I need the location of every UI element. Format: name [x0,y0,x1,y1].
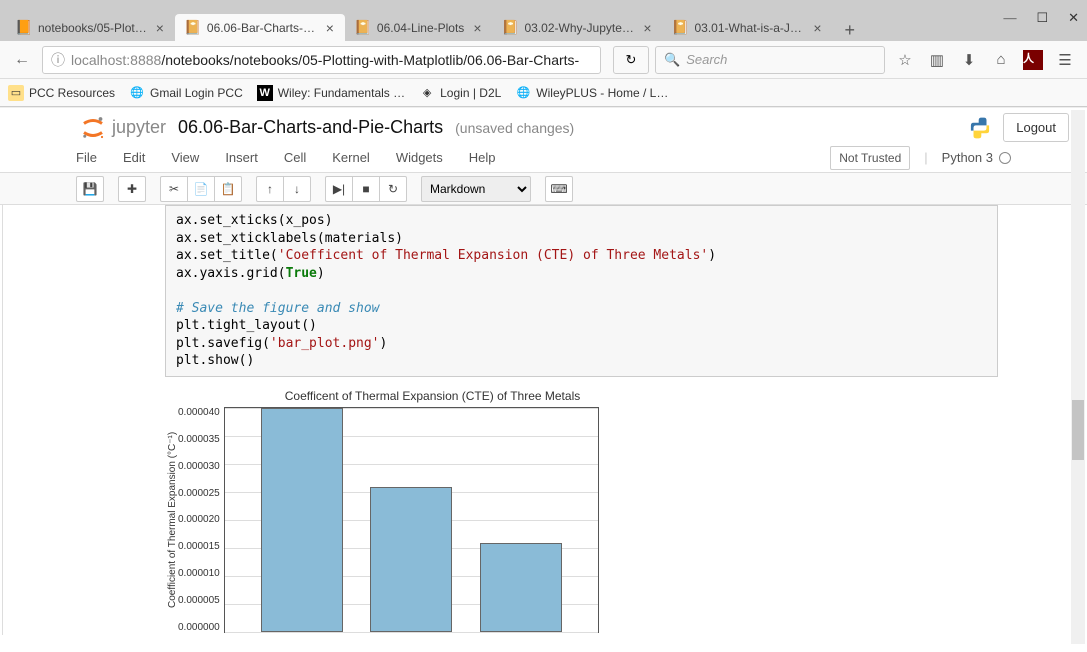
cut-button[interactable]: ✂ [160,176,188,202]
d2l-icon: ◈ [419,85,435,101]
jupyter-menu-bar: File Edit View Insert Cell Kernel Widget… [0,143,1087,173]
globe-icon: 🌐 [515,85,531,101]
python-icon [967,115,993,141]
url-host: localhost [71,52,126,68]
search-box[interactable]: 🔍 Search [655,46,885,74]
chart-ylabel: Coefficient of Thermal Expansion (°C⁻¹) [165,407,178,633]
copy-button[interactable]: 📄 [187,176,215,202]
browser-tab[interactable]: 📔 03.02-Why-Jupyter… × [493,14,663,41]
chart-bar [370,487,452,631]
bookmark-item[interactable]: ▭PCC Resources [8,85,115,101]
window-controls: — ☐ ✕ [1003,8,1079,28]
cell-type-select[interactable]: Markdown [421,176,531,202]
chart-plot-area [224,407,599,633]
jupyter-favicon: 📔 [355,20,371,36]
menu-help[interactable]: Help [469,150,496,165]
menu-view[interactable]: View [171,150,199,165]
trust-indicator[interactable]: Not Trusted [830,146,910,170]
menu-insert[interactable]: Insert [225,150,258,165]
chart-bar [261,408,343,632]
jupyter-favicon: 📔 [673,20,689,36]
search-placeholder: Search [686,52,727,67]
save-status: (unsaved changes) [455,120,574,136]
bookmark-item[interactable]: 🌐Gmail Login PCC [129,85,243,101]
menu-cell[interactable]: Cell [284,150,306,165]
home-icon[interactable]: ⌂ [987,46,1015,74]
tab-close-icon[interactable]: × [640,20,654,36]
browser-tab-strip: 📙 notebooks/05-Plot… × 📔 06.06-Bar-Chart… [0,8,1087,41]
cell-output: Coefficent of Thermal Expansion (CTE) of… [165,389,1008,635]
minimize-button[interactable]: — [1003,10,1016,26]
notebook-body: ax.set_xticks(x_pos)ax.set_xticklabels(m… [2,205,1085,635]
new-tab-button[interactable]: + [833,20,868,41]
paste-button[interactable]: 📋 [214,176,242,202]
jupyter-favicon: 📙 [16,20,32,36]
folder-icon: ▭ [8,85,24,101]
tab-close-icon[interactable]: × [153,20,167,36]
run-button[interactable]: ▶| [325,176,353,202]
restart-button[interactable]: ↻ [379,176,407,202]
search-icon: 🔍 [664,52,680,68]
bookmark-item[interactable]: 🌐WileyPLUS - Home / L… [515,85,668,101]
logout-button[interactable]: Logout [1003,113,1069,142]
save-button[interactable]: 💾 [76,176,104,202]
tab-close-icon[interactable]: × [810,20,824,36]
browser-nav-bar: ← ⓘ localhost:8888/notebooks/notebooks/0… [0,41,1087,79]
close-button[interactable]: ✕ [1068,10,1079,26]
browser-tab[interactable]: 📔 06.06-Bar-Charts-a… × [175,14,345,41]
kernel-indicator[interactable]: Python 3 [942,150,1011,165]
browser-tab[interactable]: 📔 03.01-What-is-a-Ju… × [663,14,833,41]
tab-close-icon[interactable]: × [470,20,484,36]
url-bar[interactable]: ⓘ localhost:8888/notebooks/notebooks/05-… [42,46,601,74]
jupyter-header: jupyter 06.06-Bar-Charts-and-Pie-Charts … [0,107,1087,143]
bookmarks-bar: ▭PCC Resources 🌐Gmail Login PCC WWiley: … [0,79,1087,107]
menu-file[interactable]: File [76,150,97,165]
chart-yticks: 0.0000400.0000350.0000300.0000250.000020… [178,407,224,633]
bookmark-item[interactable]: ◈Login | D2L [419,85,501,101]
menu-icon[interactable]: ☰ [1051,46,1079,74]
chart-title: Coefficent of Thermal Expansion (CTE) of… [245,389,620,403]
browser-tab[interactable]: 📙 notebooks/05-Plot… × [6,14,175,41]
bookmark-item[interactable]: WWiley: Fundamentals … [257,85,405,101]
jupyter-favicon: 📔 [503,20,519,36]
tab-close-icon[interactable]: × [323,20,337,36]
jupyter-logo[interactable]: jupyter [18,113,166,143]
jupyter-favicon: 📔 [185,20,201,36]
jupyter-toolbar: 💾 ✚ ✂ 📄 📋 ↑ ↓ ▶| ■ ↻ Markdown ⌨ [0,173,1087,205]
command-palette-button[interactable]: ⌨ [545,176,573,202]
menu-kernel[interactable]: Kernel [332,150,370,165]
url-path: /notebooks/notebooks/05-Plotting-with-Ma… [161,52,579,68]
tab-title: 06.06-Bar-Charts-a… [207,21,317,35]
bookmark-star-icon[interactable]: ☆ [891,46,919,74]
back-button[interactable]: ← [8,46,36,74]
wiley-icon: W [257,85,273,101]
refresh-button[interactable]: ↻ [613,46,649,74]
notebook-title[interactable]: 06.06-Bar-Charts-and-Pie-Charts [178,117,443,138]
move-down-button[interactable]: ↓ [283,176,311,202]
tab-title: notebooks/05-Plot… [38,21,147,35]
tab-title: 06.04-Line-Plots [377,21,464,35]
info-icon: ⓘ [51,50,65,70]
stop-button[interactable]: ■ [352,176,380,202]
kernel-status-icon [999,152,1011,164]
tab-title: 03.02-Why-Jupyter… [525,21,635,35]
library-icon[interactable]: ▥ [923,46,951,74]
menu-widgets[interactable]: Widgets [396,150,443,165]
scrollbar[interactable] [1071,110,1085,644]
scrollbar-thumb[interactable] [1072,400,1084,460]
code-cell[interactable]: ax.set_xticks(x_pos)ax.set_xticklabels(m… [165,205,998,377]
globe-icon: 🌐 [129,85,145,101]
downloads-icon[interactable]: ⬇ [955,46,983,74]
menu-edit[interactable]: Edit [123,150,145,165]
add-cell-button[interactable]: ✚ [118,176,146,202]
maximize-button[interactable]: ☐ [1036,10,1048,26]
move-up-button[interactable]: ↑ [256,176,284,202]
browser-tab[interactable]: 📔 06.04-Line-Plots × [345,14,493,41]
pdf-icon[interactable]: 人 [1019,46,1047,74]
chart-bar [480,543,562,631]
jupyter-logo-icon [78,113,108,143]
tab-title: 03.01-What-is-a-Ju… [695,21,805,35]
